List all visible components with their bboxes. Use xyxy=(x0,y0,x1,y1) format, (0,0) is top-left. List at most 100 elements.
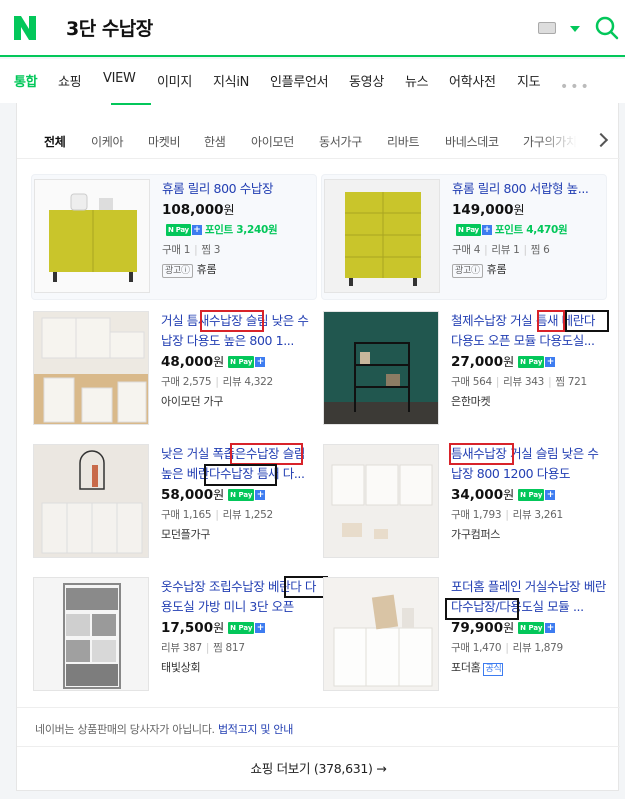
filter-all[interactable]: 전체 xyxy=(44,133,66,150)
active-subtab-indicator xyxy=(111,103,151,105)
product-title[interactable]: 거실 틈새수납장 슬림 낮은 수납장 다용도 높은 800 1... xyxy=(161,311,317,351)
product-image[interactable] xyxy=(33,577,149,691)
shopping-more-button[interactable]: 쇼핑 더보기 (378,631) → xyxy=(17,747,620,791)
official-badge: 공식 xyxy=(483,663,504,676)
product-price: 48,000원 N Pay + xyxy=(161,354,266,370)
search-header: 3단 수납장 xyxy=(0,0,625,57)
legal-notice: 네이버는 상품판매의 당사자가 아닙니다. 법적고지 및 안내 xyxy=(17,707,620,747)
npay-icon: N Pay xyxy=(228,356,255,368)
product-title[interactable]: 옷수납장 조립수납장 베란다 다용도실 가방 미니 3단 오픈 xyxy=(161,577,317,617)
product-title[interactable]: 틈새수납장 거실 슬림 낮은 수납장 800 1200 다용도 xyxy=(451,444,607,484)
product-price: 108,000원 xyxy=(162,202,235,218)
filter-hanssem[interactable]: 한샘 xyxy=(204,133,226,150)
tab-kin[interactable]: 지식iN xyxy=(213,71,249,90)
plus-icon: + xyxy=(255,490,266,500)
product-title[interactable]: 포더홈 플레인 거실수납장 베란다수납장/다용도실 모듈 ... xyxy=(451,577,607,617)
filter-ikea[interactable]: 이케아 xyxy=(91,133,124,150)
product-card[interactable]: 철제수납장 거실 틈새 베란다 다용도 오픈 모듈 다용도실... 27,000… xyxy=(321,307,609,433)
product-seller: 은한마켓 xyxy=(451,395,491,408)
tab-news[interactable]: 뉴스 xyxy=(405,71,429,90)
product-info: 포더홈 플레인 거실수납장 베란다수납장/다용도실 모듈 ... 79,900원… xyxy=(451,577,607,678)
tab-map[interactable]: 지도 xyxy=(517,71,541,90)
ad-badge[interactable]: 광고ⓘ xyxy=(162,264,193,278)
shopping-more-label: 쇼핑 더보기 (378,631) xyxy=(250,761,373,776)
npay-icon: N Pay xyxy=(228,489,255,501)
product-card[interactable]: 틈새수납장 거실 슬림 낮은 수납장 800 1200 다용도 34,000원 N… xyxy=(321,440,607,566)
product-image[interactable] xyxy=(34,179,150,293)
search-query[interactable]: 3단 수납장 xyxy=(66,14,153,41)
plus-icon: + xyxy=(545,490,556,500)
brand-filter-bar: 전체 이케아 마켓비 한샘 아이모던 동서가구 리바트 바네스데코 가구의가치 xyxy=(17,127,620,159)
product-card[interactable]: 거실 틈새수납장 슬림 낮은 수납장 다용도 높은 800 1... 48,00… xyxy=(31,307,317,433)
tab-integrated[interactable]: 통합 xyxy=(14,71,38,90)
product-title[interactable]: 휴롬 릴리 800 수납장 xyxy=(162,179,318,199)
product-image[interactable] xyxy=(323,444,439,558)
tab-video[interactable]: 동영상 xyxy=(349,71,384,90)
npay-icon: N Pay xyxy=(518,356,545,368)
plus-icon: + xyxy=(481,225,492,235)
more-tabs-icon[interactable]: ••• xyxy=(560,79,591,95)
product-seller: 아이모던 가구 xyxy=(161,395,224,408)
product-title[interactable]: 휴롬 릴리 800 서랍형 높... xyxy=(452,179,608,199)
product-stats: 구매 2,575 | 리뷰 4,322 xyxy=(161,376,273,388)
filter-fade xyxy=(537,127,577,157)
product-seller: 광고ⓘ 휴롬 xyxy=(162,260,318,280)
tab-influencer[interactable]: 인플루언서 xyxy=(270,71,329,90)
plus-icon: + xyxy=(545,623,556,633)
npay-icon: N Pay xyxy=(456,224,481,236)
npay-icon: N Pay xyxy=(518,489,545,501)
tab-shopping[interactable]: 쇼핑 xyxy=(58,71,82,90)
filter-marketb[interactable]: 마켓비 xyxy=(148,133,181,150)
product-card[interactable]: 옷수납장 조립수납장 베란다 다용도실 가방 미니 3단 오픈 17,500원 N… xyxy=(31,573,328,699)
product-price: 27,000원 N Pay + xyxy=(451,354,556,370)
ad-badge[interactable]: 광고ⓘ xyxy=(452,264,483,278)
legal-notice-link[interactable]: 법적고지 및 안내 xyxy=(218,723,293,736)
product-image[interactable] xyxy=(323,311,439,425)
product-info: 철제수납장 거실 틈새 베란다 다용도 오픈 모듈 다용도실... 27,000… xyxy=(451,311,607,412)
npay-icon: N Pay xyxy=(518,622,545,634)
npay-icon: N Pay xyxy=(228,622,255,634)
product-card[interactable]: 포더홈 플레인 거실수납장 베란다수납장/다용도실 모듈 ... 79,900원… xyxy=(321,573,607,699)
arrow-right-icon: → xyxy=(376,761,387,776)
product-title[interactable]: 낮은 거실 폭좁은수납장 슬림 높은 베란다수납장 틈새 다... xyxy=(161,444,317,484)
naver-logo-icon[interactable] xyxy=(14,16,36,40)
product-price: 17,500원 N Pay + xyxy=(161,620,266,636)
tab-dictionary[interactable]: 어학사전 xyxy=(449,71,496,90)
filter-livart[interactable]: 리바트 xyxy=(387,133,420,150)
product-info: 옷수납장 조립수납장 베란다 다용도실 가방 미니 3단 오픈 17,500원 N… xyxy=(161,577,317,678)
keyboard-icon[interactable] xyxy=(538,22,556,34)
product-info: 틈새수납장 거실 슬림 낮은 수납장 800 1200 다용도 34,000원 N… xyxy=(451,444,607,545)
filter-banesdeco[interactable]: 바네스데코 xyxy=(445,133,499,150)
product-stats: 구매 1,793 | 리뷰 3,261 xyxy=(451,509,563,521)
product-card[interactable]: 휴롬 릴리 800 서랍형 높... 149,000원 N Pay + 포인트 4,… xyxy=(321,174,607,300)
filter-imodern[interactable]: 아이모던 xyxy=(251,133,294,150)
shopping-subtabs xyxy=(17,103,620,111)
product-seller: 가구컴퍼스 xyxy=(451,528,501,541)
product-stats: 구매 4 | 리뷰 1 | 찜 6 xyxy=(452,244,550,256)
product-image[interactable] xyxy=(33,311,149,425)
filter-dongseo[interactable]: 동서가구 xyxy=(319,133,362,150)
product-image[interactable] xyxy=(324,179,440,293)
tab-images[interactable]: 이미지 xyxy=(157,71,192,90)
product-image[interactable] xyxy=(323,577,439,691)
product-stats: 리뷰 387 | 찜 817 xyxy=(161,642,245,654)
shopping-section: 전체 이케아 마켓비 한샘 아이모던 동서가구 리바트 바네스데코 가구의가치 … xyxy=(16,103,620,791)
product-card[interactable]: 낮은 거실 폭좁은수납장 슬림 높은 베란다수납장 틈새 다... 58,000… xyxy=(31,440,317,566)
product-info: 휴롬 릴리 800 수납장 108,000원 N Pay + 포인트 3,240원 … xyxy=(162,179,318,280)
plus-icon: + xyxy=(545,357,556,367)
product-seller: 모던플가구 xyxy=(161,528,211,541)
plus-icon: + xyxy=(255,623,266,633)
search-icon[interactable] xyxy=(595,16,619,40)
npay-icon: N Pay xyxy=(166,224,191,236)
search-tabs: 통합 쇼핑 VIEW 이미지 지식iN 인플루언서 동영상 뉴스 어학사전 지도… xyxy=(0,59,625,103)
product-image[interactable] xyxy=(33,444,149,558)
product-seller: 광고ⓘ 휴롬 xyxy=(452,260,608,280)
tab-view[interactable]: VIEW xyxy=(103,71,136,86)
product-info: 휴롬 릴리 800 서랍형 높... 149,000원 N Pay + 포인트 4,… xyxy=(452,179,608,280)
chevron-right-icon[interactable] xyxy=(593,132,609,148)
product-price: 34,000원 N Pay + xyxy=(451,487,556,503)
product-card[interactable]: 휴롬 릴리 800 수납장 108,000원 N Pay + 포인트 3,240원 … xyxy=(31,174,317,300)
product-seller: 태빛상회 xyxy=(161,661,201,674)
product-title[interactable]: 철제수납장 거실 틈새 베란다 다용도 오픈 모듈 다용도실... xyxy=(451,311,607,351)
chevron-down-icon[interactable] xyxy=(570,26,580,32)
